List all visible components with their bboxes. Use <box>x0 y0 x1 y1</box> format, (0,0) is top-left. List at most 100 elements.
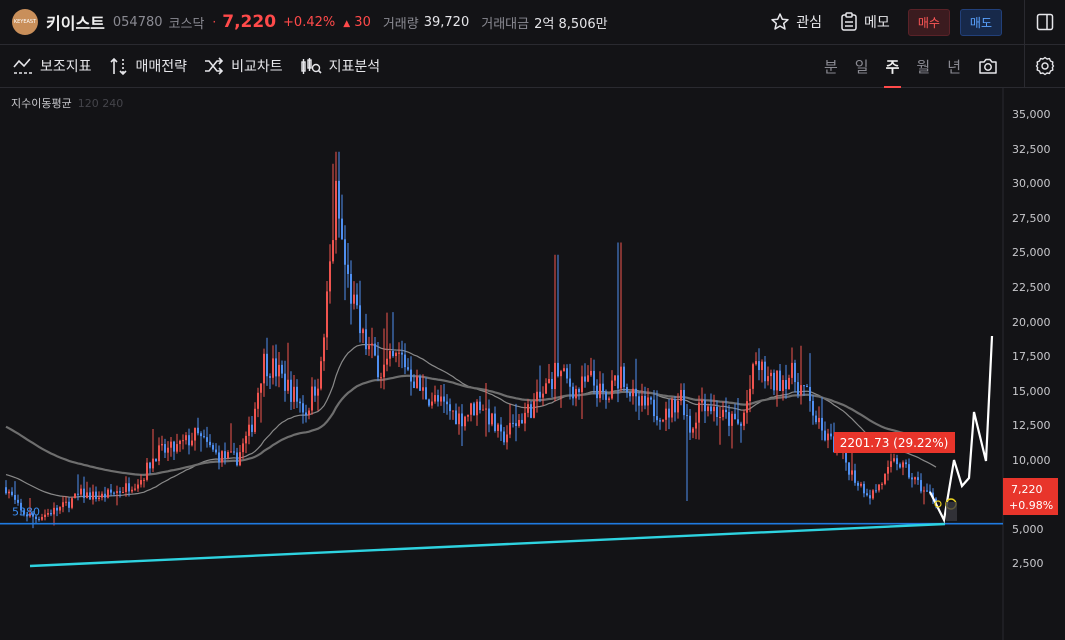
candle-body <box>41 517 43 520</box>
candle-body <box>143 479 145 481</box>
candle-body <box>905 462 907 465</box>
period-minute[interactable]: 분 <box>824 56 838 77</box>
period-month[interactable]: 월 <box>916 56 930 77</box>
candle-body <box>644 395 646 406</box>
candle-body <box>236 452 238 466</box>
candle-body <box>224 451 226 459</box>
candle-body <box>647 397 649 406</box>
candle-body <box>458 413 460 425</box>
candle-body <box>281 364 283 374</box>
memo-button[interactable]: 메모 <box>840 12 890 32</box>
stock-name: 키이스트 <box>46 14 105 33</box>
candle-body <box>257 392 259 409</box>
candle-body <box>752 364 754 389</box>
amount-value: 2억 8,506만 <box>534 16 608 32</box>
candle-body <box>671 399 673 418</box>
header-actions: 관심 메모 매수 매도 <box>770 0 1065 44</box>
period-week[interactable]: 주 <box>883 56 902 88</box>
period-year[interactable]: 년 <box>947 56 961 77</box>
candle-body <box>410 369 412 382</box>
candle-body <box>290 379 292 402</box>
candle-body <box>422 387 424 391</box>
candle-body <box>14 494 16 500</box>
watch-button[interactable]: 관심 <box>770 12 822 32</box>
candle-body <box>101 493 103 498</box>
candle-body <box>926 490 928 492</box>
candle-body <box>611 380 613 399</box>
candle-body <box>482 409 484 411</box>
candle-body <box>59 507 61 511</box>
candle-body <box>443 396 445 402</box>
compare-label: 비교차트 <box>231 59 283 75</box>
candle-body <box>650 397 652 400</box>
candle-body <box>677 400 679 413</box>
candle-body <box>512 422 514 424</box>
candle-body <box>200 433 202 437</box>
candle-body <box>197 427 199 434</box>
candle-body <box>494 413 496 432</box>
y-tick-label: 17,500 <box>1012 350 1051 363</box>
compare-button[interactable]: 비교차트 <box>204 56 283 76</box>
volume-label: 거래량 <box>382 16 419 32</box>
candle-body <box>347 264 349 274</box>
candle-body <box>596 385 598 399</box>
candle-body <box>89 492 91 500</box>
candle-body <box>389 351 391 359</box>
candle-body <box>161 444 163 446</box>
candle-body <box>506 434 508 443</box>
candle-body <box>638 396 640 406</box>
candle-body <box>440 396 442 402</box>
candle-body <box>476 401 478 416</box>
candle-body <box>734 413 736 420</box>
candle-body <box>797 382 799 395</box>
candle-body <box>155 458 157 462</box>
price-chart[interactable]: 35,000 32,500 30,000 27,500 25,000 22,500 20,0… <box>0 88 1065 640</box>
candle-body <box>47 513 49 515</box>
period-selector: 분 일 주 월 년 <box>824 45 1065 88</box>
analysis-button[interactable]: 지표분석 <box>300 56 380 76</box>
candle-body <box>518 419 520 427</box>
candle-body <box>731 413 733 426</box>
current-change-label: +0.98% <box>1009 499 1053 512</box>
indicator-button[interactable]: 보조지표 <box>13 56 92 76</box>
candle-body <box>113 492 115 494</box>
candle-body <box>605 391 607 400</box>
candle-body <box>371 343 373 346</box>
candle-body <box>578 389 580 393</box>
camera-icon[interactable] <box>978 57 998 75</box>
candle-body <box>911 477 913 480</box>
candle-body <box>773 372 775 391</box>
candle-body <box>128 483 130 492</box>
buy-button[interactable]: 매수 <box>907 8 950 36</box>
candle-body <box>815 415 817 423</box>
panel-toggle-button[interactable] <box>1025 13 1065 31</box>
candle-body <box>230 451 232 453</box>
candle-body <box>65 501 67 503</box>
candle-body <box>353 294 355 304</box>
candle-body <box>620 366 622 389</box>
candle-body <box>239 452 241 466</box>
candle-body <box>551 378 553 390</box>
y-tick-label: 35,000 <box>1012 108 1051 121</box>
candle-body <box>386 358 388 365</box>
candle-body <box>140 480 142 485</box>
candle-body <box>806 385 808 387</box>
candle-body <box>179 440 181 445</box>
y-tick-label: 22,500 <box>1012 281 1051 294</box>
strategy-label: 매매전략 <box>135 59 188 75</box>
candle-body <box>44 514 46 518</box>
candle-body <box>74 493 76 499</box>
candle-body <box>296 386 298 402</box>
candle-body <box>278 364 280 377</box>
settings-button[interactable] <box>1025 56 1065 76</box>
candle-body <box>740 423 742 426</box>
strategy-button[interactable]: 매매전략 <box>109 56 188 76</box>
sell-button[interactable]: 매도 <box>959 8 1002 36</box>
change-value: ▲ 30 <box>343 15 371 30</box>
shuffle-icon <box>205 57 224 75</box>
candle-body <box>776 370 778 391</box>
period-day[interactable]: 일 <box>855 56 869 77</box>
candle-body <box>467 414 469 417</box>
current-price-label: 7,220 <box>1011 483 1043 496</box>
trend-line <box>29 522 946 568</box>
